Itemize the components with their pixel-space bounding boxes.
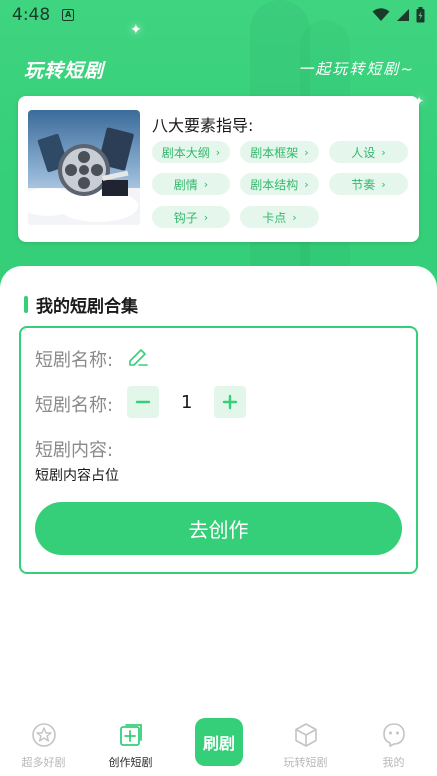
chevron-right-icon: › xyxy=(203,177,209,191)
chip-character[interactable]: 人设 › xyxy=(329,141,408,163)
chevron-right-icon: › xyxy=(203,210,209,224)
bottom-tab-bar: 超多好剧 创作短剧 刷剧 玩转短剧 我的 xyxy=(0,708,437,776)
star-badge-icon xyxy=(31,722,57,748)
chip-label: 卡点 xyxy=(262,210,287,225)
count-value: 1 xyxy=(181,392,193,413)
chevron-right-icon: › xyxy=(381,145,386,159)
tab-label: 超多好剧 xyxy=(21,756,66,769)
chip-hook[interactable]: 钩子 › xyxy=(152,206,230,228)
wifi-icon xyxy=(372,8,390,21)
notification-icon: A xyxy=(62,9,75,21)
chip-label: 剧本结构 xyxy=(250,177,299,192)
slogan: 一起玩转短剧~ xyxy=(298,60,415,78)
chevron-right-icon: › xyxy=(215,145,221,159)
tab-mine[interactable]: 我的 xyxy=(350,708,437,776)
signal-icon xyxy=(397,9,409,21)
chip-label: 节奏 xyxy=(351,177,376,192)
create-button[interactable]: 去创作 xyxy=(35,502,402,555)
add-document-icon xyxy=(118,722,144,748)
tab-label: 我的 xyxy=(382,756,405,769)
chevron-right-icon: › xyxy=(381,177,386,191)
status-time: 4:48 xyxy=(12,5,51,25)
chip-script-structure[interactable]: 剧本结构 › xyxy=(240,173,319,195)
app-title: 玩转短剧 xyxy=(24,60,105,82)
edit-icon[interactable] xyxy=(127,346,149,368)
status-bar: 4:48 A xyxy=(0,0,437,30)
section-title-text: 我的短剧合集 xyxy=(36,297,138,317)
tab-more-dramas[interactable]: 超多好剧 xyxy=(0,708,87,776)
cube-icon xyxy=(293,722,319,748)
chevron-right-icon: › xyxy=(292,210,297,224)
smiley-face-icon xyxy=(381,722,407,748)
chip-script-framework[interactable]: 剧本框架 › xyxy=(240,141,319,163)
chip-rhythm[interactable]: 节奏 › xyxy=(329,173,408,195)
chip-label: 剧本框架 xyxy=(250,145,299,160)
guide-heading: 八大要素指导: xyxy=(152,116,254,135)
battery-icon xyxy=(416,7,425,23)
chevron-right-icon: › xyxy=(304,177,309,191)
chip-script-outline[interactable]: 剧本大纲 › xyxy=(152,141,230,163)
guide-card: 八大要素指导: 剧本大纲 › 剧本框架 › 人设 › 剧情 › 剧本结构 › 节奏 › 钩子… xyxy=(18,96,419,242)
minus-icon xyxy=(135,400,151,404)
chip-label: 钩子 xyxy=(173,210,198,225)
tab-label: 创作短剧 xyxy=(108,756,153,769)
name-label: 短剧名称: xyxy=(35,350,114,371)
chip-label: 剧情 xyxy=(173,177,198,192)
chip-label: 剧本大纲 xyxy=(161,145,210,160)
chip-plot[interactable]: 剧情 › xyxy=(152,173,230,195)
tab-label: 玩转短剧 xyxy=(283,756,328,769)
tab-create-drama[interactable]: 创作短剧 xyxy=(87,708,174,776)
tab-watch-dramas[interactable]: 刷剧 xyxy=(195,718,243,766)
decrement-button[interactable] xyxy=(127,386,159,418)
tab-play-dramas[interactable]: 玩转短剧 xyxy=(262,708,349,776)
section-accent-bar xyxy=(24,296,28,313)
plus-icon xyxy=(222,394,238,410)
chevron-right-icon: › xyxy=(304,145,309,159)
content-text[interactable]: 短剧内容占位 xyxy=(35,465,119,485)
chip-cliffhanger[interactable]: 卡点 › xyxy=(240,206,319,228)
chip-label: 人设 xyxy=(351,145,376,160)
film-poster-image xyxy=(28,110,140,225)
section-title: 我的短剧合集 xyxy=(24,292,138,317)
content-label: 短剧内容: xyxy=(35,440,114,461)
count-label: 短剧名称: xyxy=(35,395,114,416)
increment-button[interactable] xyxy=(214,386,246,418)
